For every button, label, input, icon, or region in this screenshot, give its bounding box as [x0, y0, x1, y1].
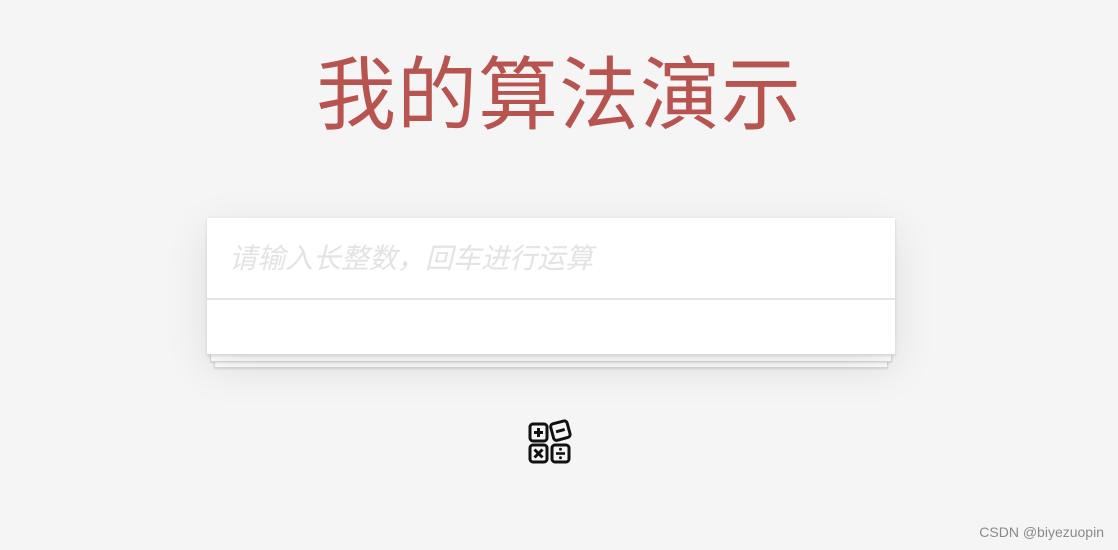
page-title: 我的算法演示 — [316, 49, 802, 142]
input-card — [207, 218, 895, 355]
number-input[interactable] — [207, 218, 895, 298]
result-output — [207, 300, 895, 352]
watermark: CSDN @biyezuopin — [979, 524, 1104, 540]
input-row — [207, 218, 895, 300]
page: 我的算法演示 CSDN @biyezuopin — [0, 0, 1118, 550]
calculator-icon[interactable] — [528, 419, 574, 465]
